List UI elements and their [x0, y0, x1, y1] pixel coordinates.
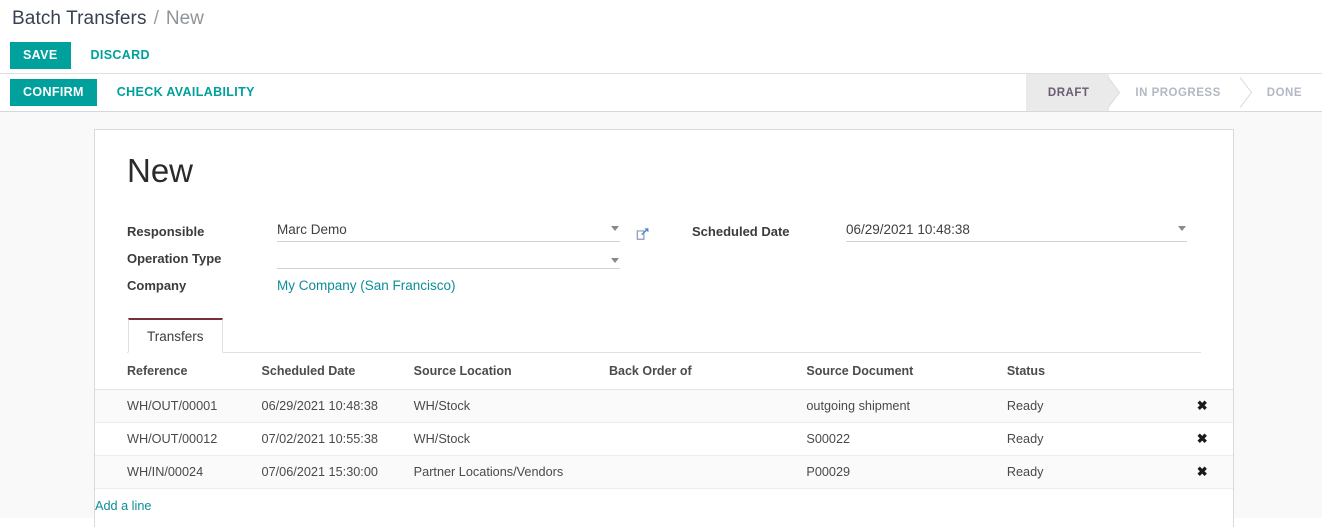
transfers-table-body: WH/OUT/00001 06/29/2021 10:48:38 WH/Stoc… — [95, 389, 1233, 523]
column-header-actions — [1171, 352, 1233, 390]
breadcrumb-separator: / — [153, 8, 159, 29]
statusbar: DRAFT IN PROGRESS DONE — [1025, 74, 1322, 111]
delete-row-icon[interactable]: ✖ — [1197, 398, 1208, 413]
breadcrumb-root-link[interactable]: Batch Transfers — [12, 8, 147, 30]
column-header-back-order-of[interactable]: Back Order of — [608, 352, 807, 390]
status-in-progress-label: IN PROGRESS — [1135, 86, 1221, 99]
cell-reference[interactable]: WH/OUT/00001 — [95, 389, 262, 423]
breadcrumb-current: New — [165, 8, 204, 29]
delete-row-icon[interactable]: ✖ — [1197, 464, 1208, 479]
field-responsible-input[interactable]: Marc Demo — [277, 222, 620, 242]
column-header-scheduled-date[interactable]: Scheduled Date — [261, 352, 414, 390]
table-row[interactable]: WH/OUT/00012 07/02/2021 10:55:38 WH/Stoc… — [95, 422, 1233, 456]
cell-scheduled-date[interactable]: 06/29/2021 10:48:38 — [261, 389, 414, 423]
cell-source-location[interactable]: WH/Stock — [413, 422, 609, 456]
status-in-progress[interactable]: IN PROGRESS — [1109, 74, 1252, 111]
table-row[interactable]: WH/IN/00024 07/06/2021 15:30:00 Partner … — [95, 455, 1233, 489]
add-a-line-button[interactable]: Add a line — [95, 499, 151, 513]
form-area: Responsible Marc Demo Operation Type Com… — [127, 215, 1201, 296]
cell-source-document[interactable]: P00029 — [806, 455, 1007, 489]
control-panel: CONFIRM CHECK AVAILABILITY DRAFT IN PROG… — [0, 73, 1322, 112]
field-responsible-row: Responsible Marc Demo — [127, 215, 692, 242]
field-scheduled-date[interactable]: 06/29/2021 10:48:38 — [846, 222, 1187, 242]
field-responsible[interactable]: Marc Demo — [277, 222, 650, 242]
control-panel-buttons: CONFIRM CHECK AVAILABILITY — [10, 78, 267, 107]
add-line-row: Add a line — [95, 488, 1233, 523]
status-draft-label: DRAFT — [1047, 86, 1090, 99]
transfers-table-head: Reference Scheduled Date Source Location… — [95, 352, 1233, 390]
cell-back-order-of[interactable] — [608, 455, 807, 489]
table-header-row: Reference Scheduled Date Source Location… — [95, 352, 1233, 390]
transfers-table: Reference Scheduled Date Source Location… — [95, 352, 1233, 523]
cell-source-document[interactable]: outgoing shipment — [806, 389, 1007, 423]
field-scheduled-date-input[interactable]: 06/29/2021 10:48:38 — [846, 222, 1187, 242]
status-done[interactable]: DONE — [1240, 74, 1322, 111]
record-sheet: New Responsible Marc Demo Operation Type… — [94, 129, 1234, 527]
edit-action-bar: SAVE DISCARD — [0, 38, 1322, 73]
cell-scheduled-date[interactable]: 07/06/2021 15:30:00 — [261, 455, 414, 489]
discard-button[interactable]: DISCARD — [79, 41, 162, 70]
field-company-label: Company — [127, 277, 187, 293]
cell-scheduled-date[interactable]: 07/02/2021 10:55:38 — [261, 422, 414, 456]
field-operation-type-label: Operation Type — [127, 250, 222, 266]
cell-reference[interactable]: WH/IN/00024 — [95, 455, 262, 489]
cell-source-location[interactable]: WH/Stock — [413, 389, 609, 423]
page-background: New Responsible Marc Demo Operation Type… — [0, 112, 1322, 527]
field-operation-type-row: Operation Type — [127, 242, 692, 269]
column-header-source-document[interactable]: Source Document — [806, 352, 1007, 390]
confirm-button[interactable]: CONFIRM — [10, 78, 97, 107]
chevron-down-icon[interactable] — [1178, 226, 1186, 232]
notebook-tabs: Transfers — [127, 317, 1201, 353]
cell-back-order-of[interactable] — [608, 422, 807, 456]
chevron-down-icon[interactable] — [611, 226, 619, 232]
check-availability-button[interactable]: CHECK AVAILABILITY — [105, 78, 267, 107]
status-draft[interactable]: DRAFT — [1025, 74, 1121, 111]
tab-transfers[interactable]: Transfers — [128, 317, 223, 353]
field-responsible-label: Responsible — [127, 223, 205, 239]
status-done-label: DONE — [1266, 86, 1302, 99]
transfers-list: Reference Scheduled Date Source Location… — [95, 352, 1233, 523]
cell-back-order-of[interactable] — [608, 389, 807, 423]
column-header-source-location[interactable]: Source Location — [413, 352, 609, 390]
cell-status[interactable]: Ready — [1006, 389, 1172, 423]
field-scheduled-date-row: Scheduled Date 06/29/2021 10:48:38 — [692, 215, 1201, 242]
cell-source-document[interactable]: S00022 — [806, 422, 1007, 456]
field-responsible-value: Marc Demo — [277, 221, 347, 237]
cell-status[interactable]: Ready — [1006, 422, 1172, 456]
cell-reference[interactable]: WH/OUT/00012 — [95, 422, 262, 456]
table-row[interactable]: WH/OUT/00001 06/29/2021 10:48:38 WH/Stoc… — [95, 389, 1233, 423]
cell-source-location[interactable]: Partner Locations/Vendors — [413, 455, 609, 489]
cell-status[interactable]: Ready — [1006, 455, 1172, 489]
field-operation-type-input[interactable] — [277, 257, 620, 269]
field-company-row: Company My Company (San Francisco) — [127, 269, 692, 296]
save-button[interactable]: SAVE — [10, 41, 71, 70]
external-link-icon[interactable] — [636, 227, 650, 241]
column-header-reference[interactable]: Reference — [95, 352, 262, 390]
chevron-down-icon[interactable] — [611, 257, 619, 263]
column-header-status[interactable]: Status — [1006, 352, 1172, 390]
delete-row-icon[interactable]: ✖ — [1197, 431, 1208, 446]
field-scheduled-date-value: 06/29/2021 10:48:38 — [846, 221, 970, 237]
notebook: Transfers Reference Scheduled Date Sourc… — [95, 317, 1233, 523]
form-column-right: Scheduled Date 06/29/2021 10:48:38 — [692, 215, 1201, 296]
field-company-value[interactable]: My Company (San Francisco) — [277, 278, 456, 296]
field-operation-type[interactable] — [277, 257, 620, 269]
field-company[interactable]: My Company (San Francisco) — [277, 278, 456, 296]
field-scheduled-date-label: Scheduled Date — [692, 223, 790, 239]
form-column-left: Responsible Marc Demo Operation Type Com… — [127, 215, 692, 296]
breadcrumb: Batch Transfers / New — [0, 0, 1322, 38]
page-title: New — [127, 152, 194, 189]
